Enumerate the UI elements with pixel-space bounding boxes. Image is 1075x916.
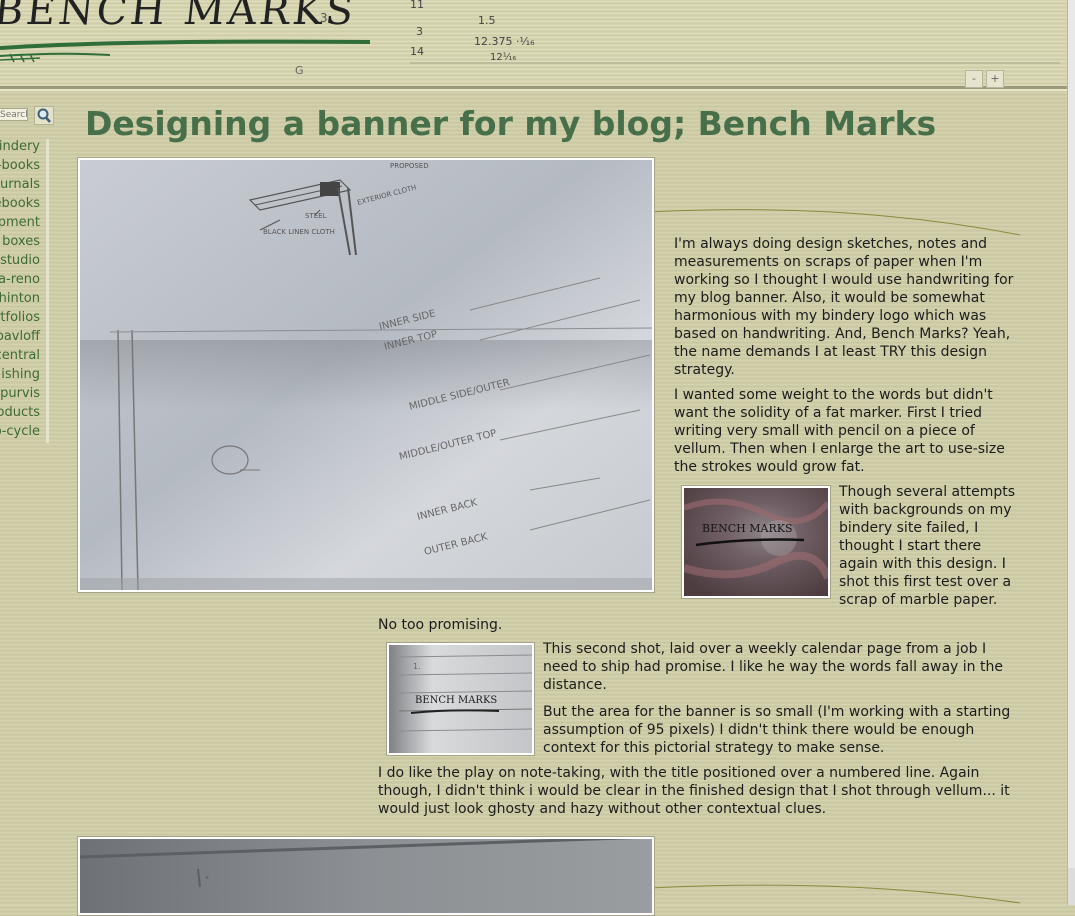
sidebar-item[interactable]: publishing [0, 367, 49, 386]
calendar-test-photo[interactable]: 1. BENCH MARKS [386, 642, 535, 756]
post-paragraph: No too promising. [378, 617, 503, 633]
sidebar: bindery e-books journals notebooks equip… [0, 106, 60, 443]
sidebar-item[interactable]: purvis [0, 386, 49, 405]
blog-banner: 3 G 3 14 11 1.5 12.375 ·¹⁄₁₆ 12¹⁄₁₆ BENC… [0, 0, 1068, 89]
search-input[interactable] [0, 108, 28, 121]
sidebar-item[interactable]: central [0, 348, 49, 367]
sidebar-item[interactable]: notebooks [0, 196, 49, 215]
search-button[interactable] [34, 106, 54, 125]
sidebar-item[interactable]: up-cycle [0, 424, 49, 443]
scrollbar[interactable] [1067, 0, 1075, 905]
thumb-logo-text: BENCH MARKS [415, 695, 497, 706]
sidebar-item[interactable]: bindery [0, 139, 49, 158]
decorative-curve [650, 209, 1021, 236]
svg-text:1.5: 1.5 [478, 14, 496, 27]
svg-text:12.375 ·¹⁄₁₆: 12.375 ·¹⁄₁₆ [474, 35, 535, 48]
post-paragraph: But the area for the banner is so small … [543, 704, 1011, 756]
sidebar-item[interactable]: journals [0, 177, 49, 196]
post-paragraph: I do like the play on note-taking, with … [378, 765, 1010, 817]
post-paragraph: I'm always doing design sketches, notes … [674, 236, 1014, 378]
sidebar-item[interactable]: pavloff [0, 329, 49, 348]
sketch-label: STEEL [305, 212, 327, 220]
sidebar-item[interactable]: portfolios [0, 310, 49, 329]
decorative-curve [650, 884, 1021, 904]
sidebar-item[interactable]: e-books [0, 158, 49, 177]
post-paragraph: I wanted some weight to the words but di… [674, 387, 1005, 475]
sidebar-item[interactable]: equipment [0, 215, 49, 234]
svg-text:12¹⁄₁₆: 12¹⁄₁₆ [490, 52, 516, 63]
svg-text:11: 11 [410, 0, 424, 11]
sidebar-item[interactable]: products [0, 405, 49, 424]
post-paragraph: This second shot, laid over a weekly cal… [543, 641, 1003, 693]
sketch-photo[interactable]: BLACK LINEN CLOTH STEEL EXTERIOR CLOTH P… [77, 157, 655, 593]
sidebar-nav: bindery e-books journals notebooks equip… [0, 139, 49, 443]
calendar-line-number: 1. [413, 662, 421, 671]
marble-test-photo[interactable]: BENCH MARKS [681, 485, 831, 599]
post-title[interactable]: Designing a banner for my blog; Bench Ma… [85, 104, 936, 143]
calendar-image: 1. BENCH MARKS [389, 645, 532, 753]
search-row [0, 106, 60, 126]
zoom-out-button[interactable]: - [965, 70, 983, 88]
vellum-image [80, 839, 652, 913]
sketch-label: PROPOSED [390, 162, 429, 170]
svg-text:3: 3 [416, 25, 423, 38]
sketch-label: BLACK LINEN CLOTH [263, 228, 335, 236]
post-paragraph: Though several attempts with backgrounds… [839, 484, 1016, 608]
marble-image: BENCH MARKS [684, 488, 828, 596]
sidebar-item[interactable]: boxes [0, 234, 49, 253]
sketch-image: BLACK LINEN CLOTH STEEL EXTERIOR CLOTH P… [80, 160, 652, 590]
scrollbar-arrow[interactable] [1068, 868, 1075, 905]
svg-text:14: 14 [410, 45, 424, 58]
thumb-logo-text: BENCH MARKS [702, 522, 793, 535]
sidebar-item[interactable]: hinton [0, 291, 49, 310]
search-icon [37, 108, 51, 123]
sidebar-item[interactable]: bella-reno [0, 272, 49, 291]
zoom-in-button[interactable]: + [986, 70, 1004, 88]
svg-text:G: G [295, 64, 304, 77]
banner-logo-text: BENCH MARKS [0, 0, 359, 34]
sidebar-item[interactable]: studio [0, 253, 49, 272]
vellum-photo[interactable] [77, 836, 655, 916]
